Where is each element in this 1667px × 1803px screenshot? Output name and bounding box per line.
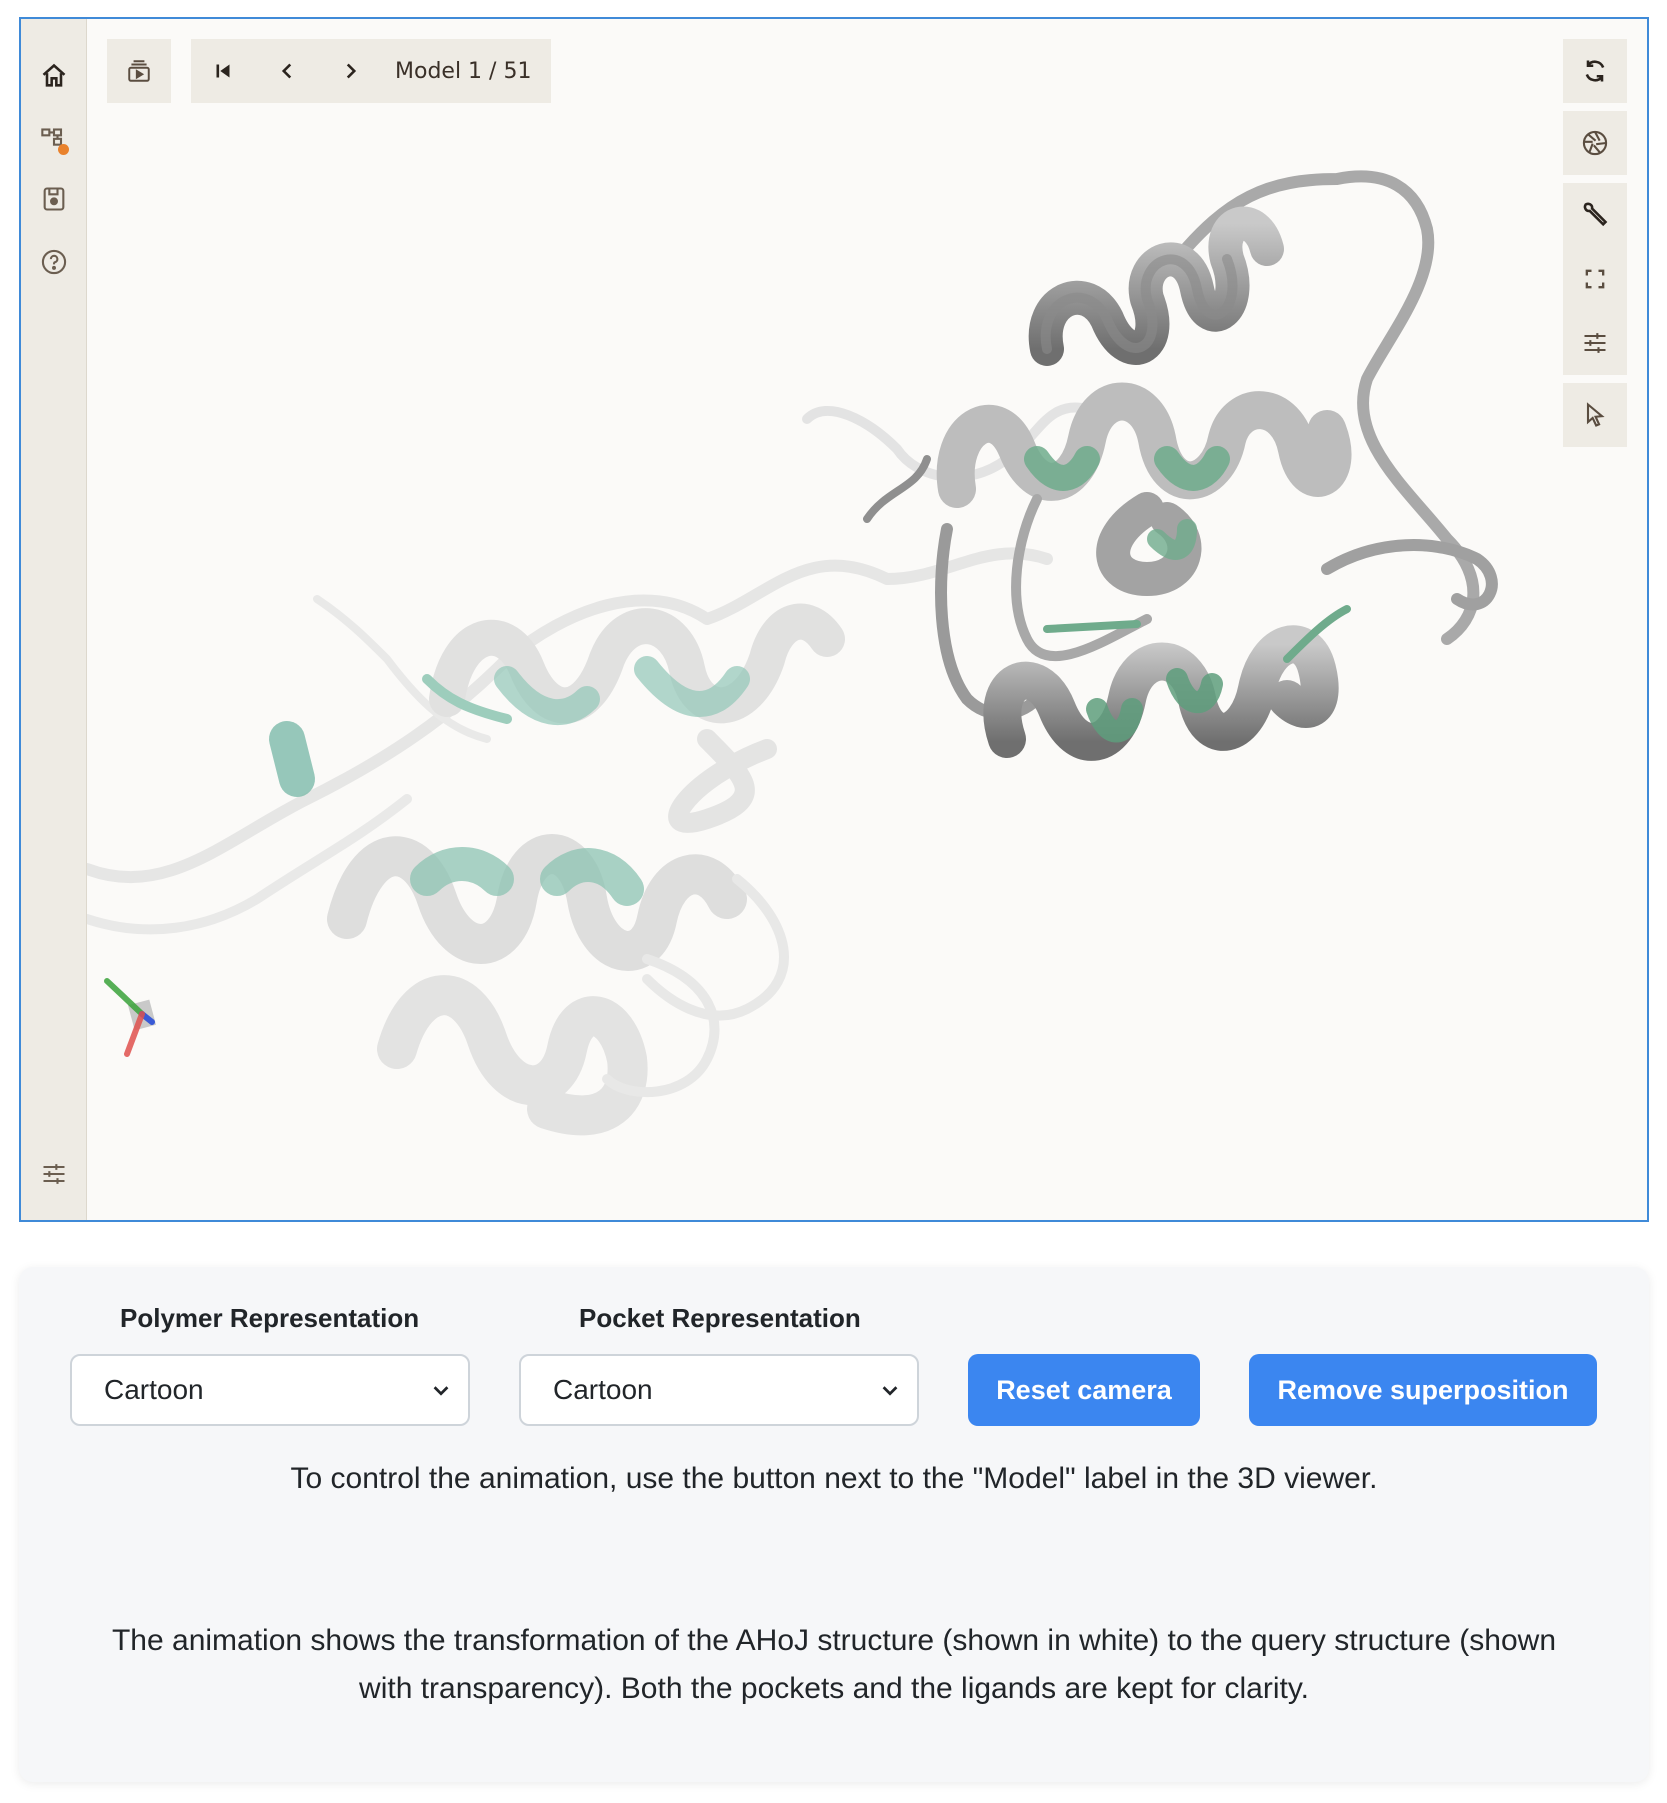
left-sidebar — [21, 19, 87, 1220]
chevron-down-icon — [433, 1386, 449, 1396]
state-tree-icon[interactable] — [29, 115, 79, 165]
polymer-representation-label: Polymer Representation — [120, 1303, 420, 1333]
animation-description-line1: The animation shows the transformation o… — [111, 1624, 1556, 1657]
reset-camera-button[interactable]: Reset camera — [968, 1354, 1200, 1426]
help-icon[interactable] — [29, 237, 79, 287]
pocket-representation-select[interactable]: Cartoon — [519, 1354, 919, 1426]
protein-structure-render[interactable] — [87, 19, 1647, 1220]
axes-gizmo — [104, 978, 156, 1057]
home-icon[interactable] — [29, 51, 79, 101]
polymer-representation-value: Cartoon — [104, 1374, 204, 1405]
chevron-down-icon — [882, 1386, 898, 1396]
pocket-representation-label: Pocket Representation — [579, 1303, 861, 1333]
save-icon[interactable] — [29, 174, 79, 224]
molstar-viewer[interactable]: Model 1 / 51 — [19, 17, 1649, 1222]
polymer-representation-select[interactable]: Cartoon — [70, 1354, 470, 1426]
animation-description-line2: with transparency). Both the pockets and… — [359, 1672, 1309, 1705]
pocket-representation-value: Cartoon — [553, 1374, 653, 1405]
controls-panel: Polymer Representation Pocket Representa… — [19, 1267, 1649, 1782]
settings-sliders-icon[interactable] — [29, 1149, 79, 1199]
notification-dot — [58, 144, 69, 155]
remove-superposition-button[interactable]: Remove superposition — [1249, 1354, 1597, 1426]
animation-hint: To control the animation, use the button… — [290, 1462, 1378, 1495]
